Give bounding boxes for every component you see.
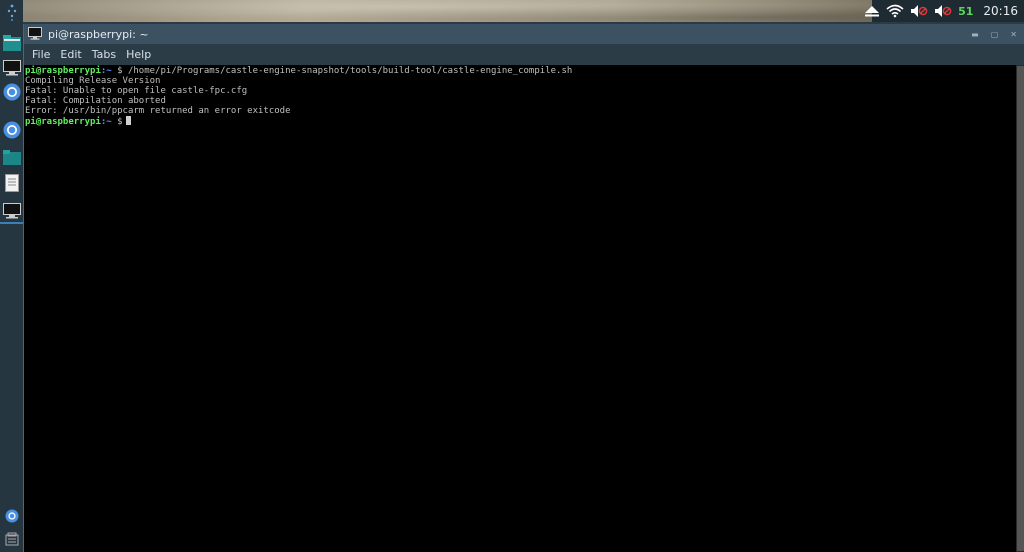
menu-tabs[interactable]: Tabs (90, 48, 118, 61)
output-line: Fatal: Unable to open file castle-fpc.cf… (25, 86, 248, 96)
menu-file[interactable]: File (30, 48, 52, 61)
terminal-window: pi@raspberrypi: ~ ▬ ▢ ✕ File Edit Tabs H… (23, 24, 1024, 552)
terminal-output[interactable]: pi@raspberrypi:~ $ /home/pi/Programs/cas… (24, 65, 1016, 552)
top-panel: 51 20:16 (0, 0, 1024, 22)
active-indicator (0, 222, 23, 224)
close-button[interactable]: ✕ (1010, 30, 1017, 39)
menubar: File Edit Tabs Help (24, 44, 1024, 65)
terminal-icon[interactable] (2, 201, 21, 220)
terminal-icon[interactable] (2, 58, 21, 77)
prompt-line: pi@raspberrypi:~ $ (25, 116, 1016, 127)
window-controls: ▬ ▢ ✕ (971, 24, 1017, 44)
raspberry-menu-icon[interactable] (2, 2, 21, 21)
file-manager-icon[interactable] (2, 33, 21, 52)
chromium-icon[interactable] (2, 120, 21, 139)
menu-help[interactable]: Help (124, 48, 153, 61)
window-title: pi@raspberrypi: ~ (48, 27, 149, 41)
scrollbar-thumb[interactable] (1017, 66, 1024, 551)
text-cursor (125, 116, 131, 125)
battery-value[interactable]: 51 (958, 5, 973, 18)
system-tray: 51 20:16 (865, 0, 1024, 22)
command-line: pi@raspberrypi:~ $ /home/pi/Programs/cas… (25, 66, 1016, 76)
command-text: /home/pi/Programs/castle-engine-snapshot… (127, 66, 573, 76)
prompt-user: pi@raspberrypi (25, 66, 101, 76)
output-line: Compiling Release Version (25, 76, 161, 86)
chromium-icon[interactable] (2, 82, 21, 101)
prompt-sign: $ (111, 117, 123, 127)
clock[interactable]: 20:16 (983, 4, 1018, 18)
minimize-button[interactable]: ▬ (971, 30, 979, 39)
text-editor-icon[interactable] (2, 173, 21, 192)
folder-icon[interactable] (2, 147, 21, 166)
eject-icon[interactable] (864, 0, 880, 22)
launcher-bar (0, 0, 23, 552)
output-line: Fatal: Compilation aborted (25, 96, 166, 106)
volume-muted-icon[interactable] (910, 0, 928, 22)
menu-edit[interactable]: Edit (58, 48, 83, 61)
prompt-user: pi@raspberrypi (25, 117, 101, 127)
wifi-icon[interactable] (886, 0, 904, 22)
output-line: Error: /usr/bin/ppcarm returned an error… (25, 106, 291, 116)
prompt-path: :~ (100, 117, 112, 127)
terminal-icon (28, 27, 42, 41)
volume-muted-icon[interactable] (934, 0, 952, 22)
prompt-path: :~ (100, 66, 112, 76)
scrollbar[interactable] (1016, 65, 1024, 552)
chromium-small-icon[interactable] (2, 506, 21, 525)
prompt-sign: $ (111, 66, 128, 76)
settings-icon[interactable] (2, 529, 21, 548)
titlebar[interactable]: pi@raspberrypi: ~ ▬ ▢ ✕ (24, 24, 1024, 44)
maximize-button[interactable]: ▢ (991, 30, 999, 39)
